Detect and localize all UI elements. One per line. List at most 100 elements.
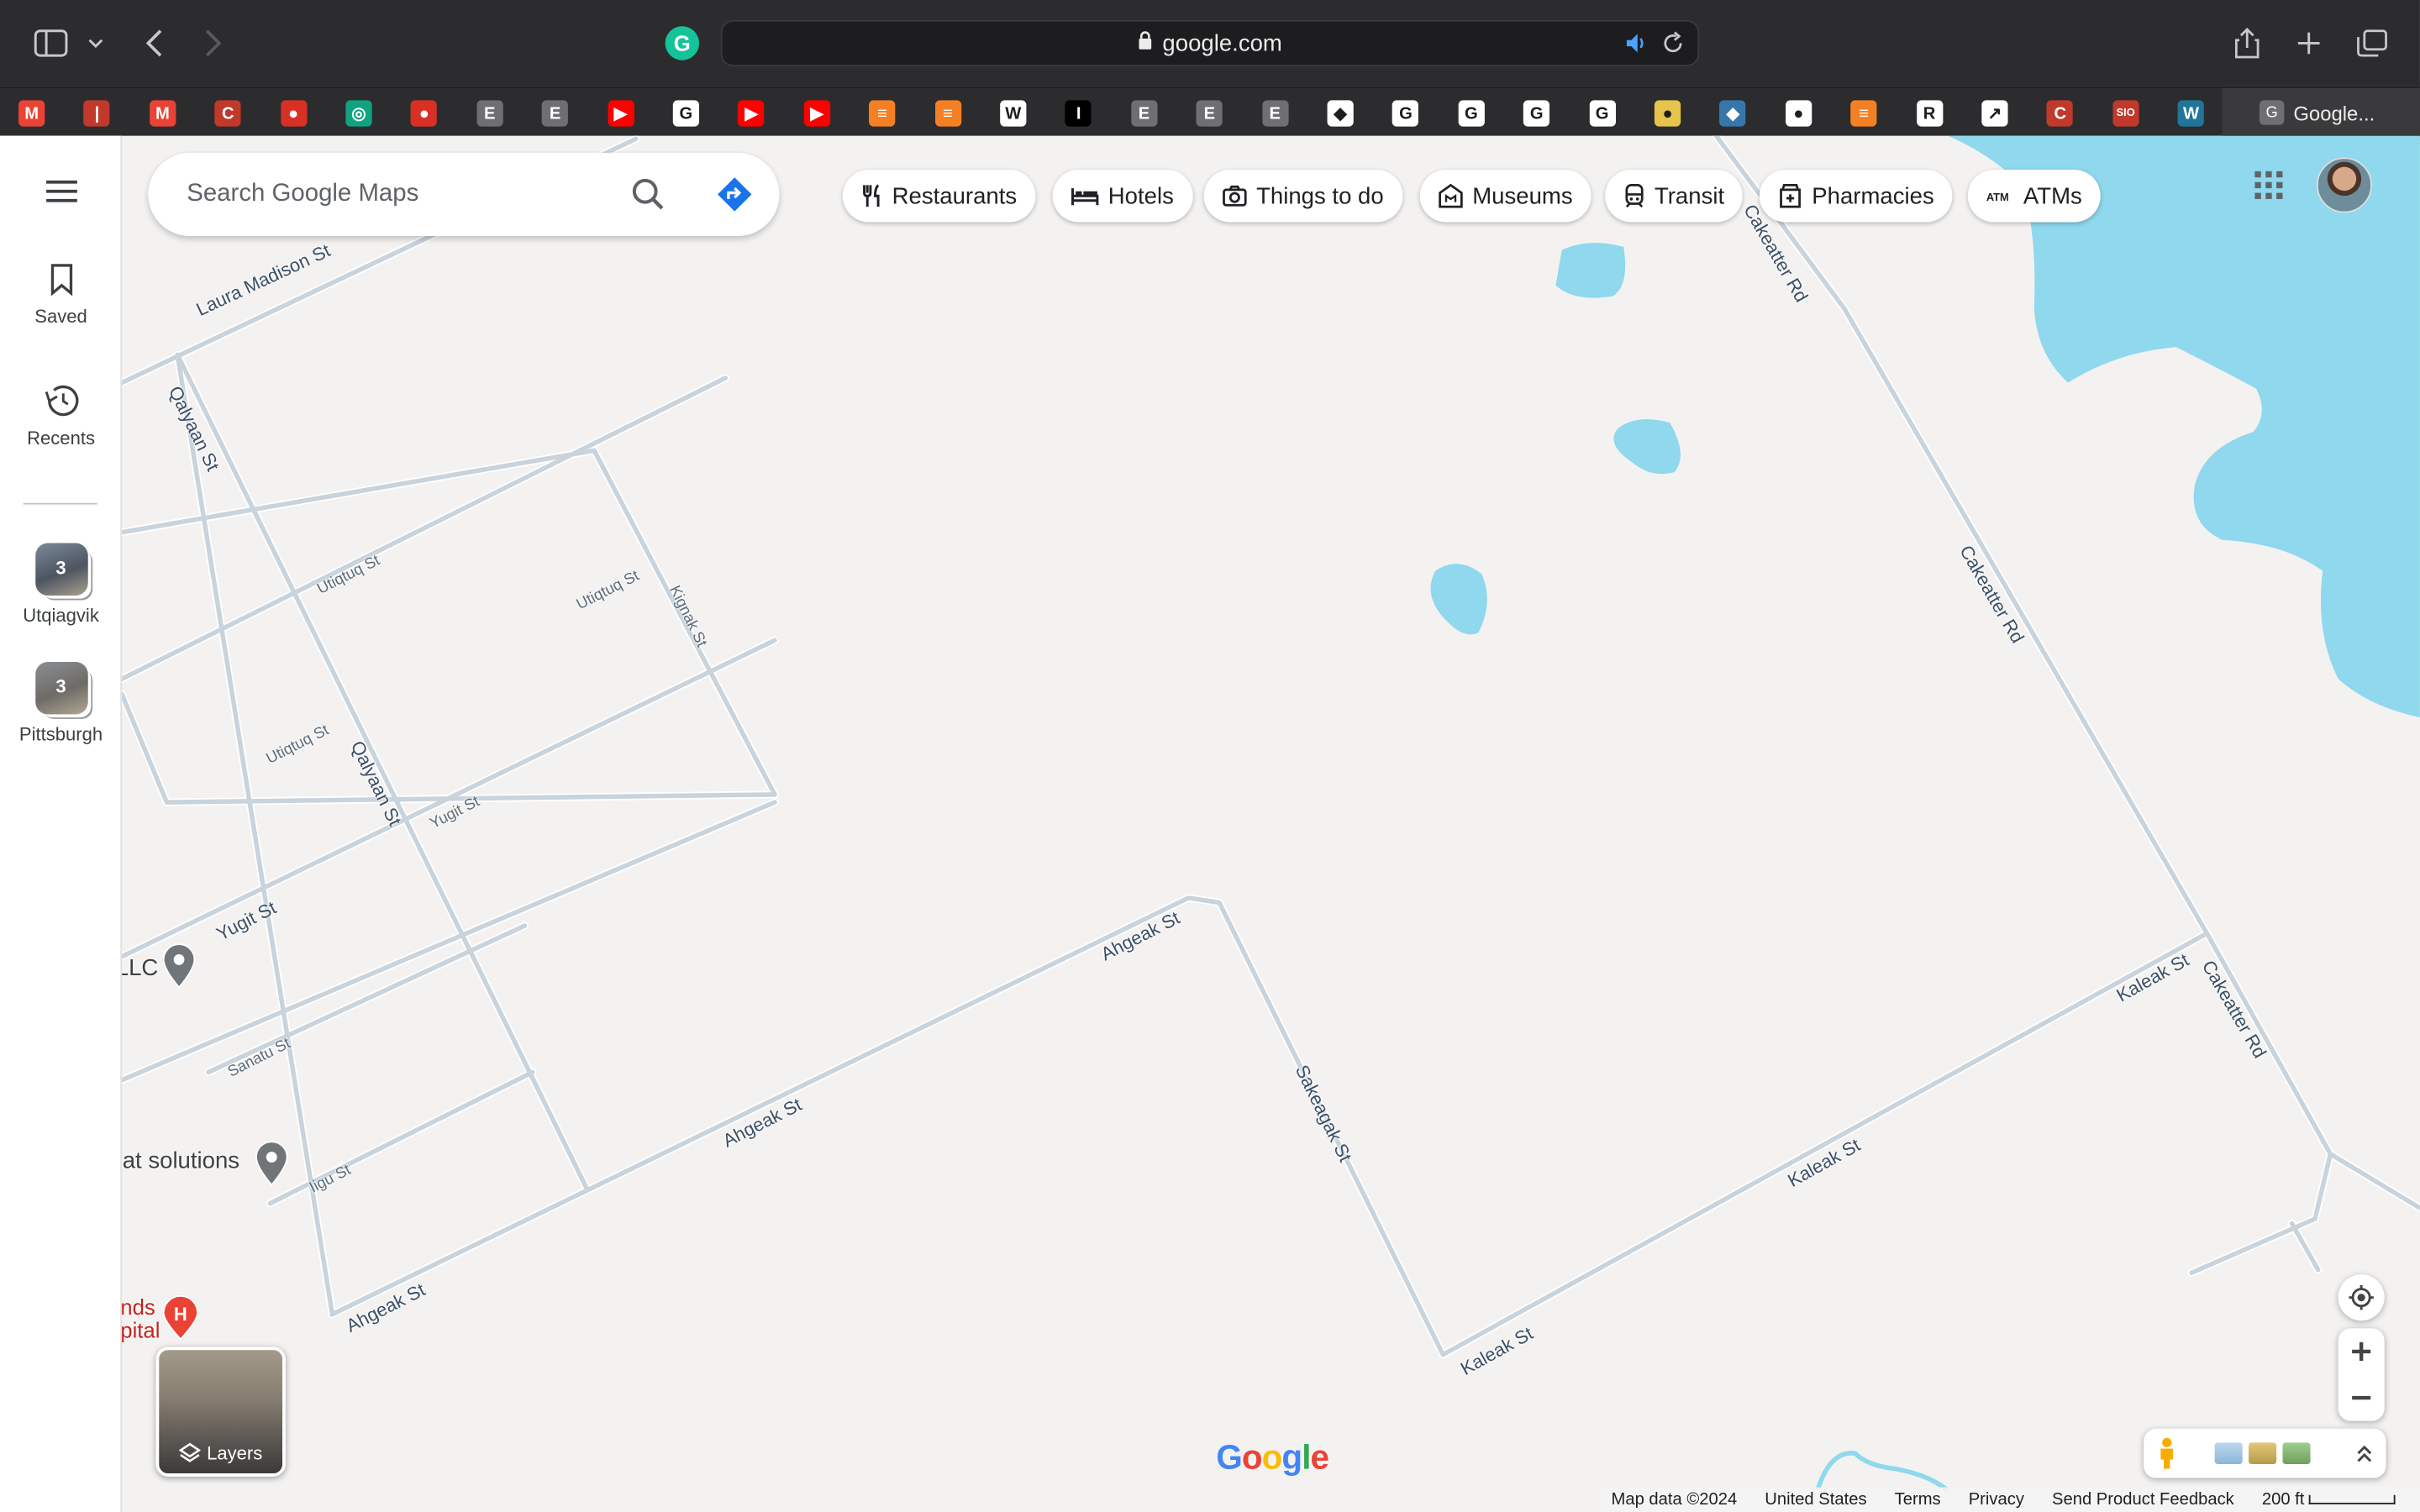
chip-atms[interactable]: ATM ATMs [1967, 170, 2101, 223]
google-apps-icon[interactable] [2249, 165, 2289, 206]
gmail-icon[interactable]: M [149, 100, 176, 127]
recent-place-pittsburgh[interactable]: 3 Pittsburgh [0, 661, 122, 745]
minus-icon [2352, 1395, 2371, 1400]
youtube-icon[interactable]: ▶ [738, 100, 765, 127]
wikipedia-icon[interactable]: W [1000, 100, 1027, 127]
search-icon[interactable] [629, 175, 669, 215]
imagery-strip[interactable] [2144, 1428, 2386, 1478]
poi-pin-iat[interactable] [255, 1141, 288, 1187]
openai-icon[interactable]: ◎ [345, 100, 372, 127]
search-input[interactable] [187, 176, 604, 213]
grammarly-icon[interactable]: G [665, 26, 700, 60]
e-icon[interactable]: E [476, 100, 503, 127]
museum-icon [1439, 183, 1463, 208]
poi-label-iat[interactable]: iat solutions [118, 1148, 240, 1174]
country-link[interactable]: United States [1765, 1490, 1866, 1509]
python-icon[interactable]: ◆ [1719, 100, 1747, 127]
sidebar-toggle-icon[interactable] [29, 22, 72, 65]
address-bar[interactable]: google.com [720, 19, 1700, 66]
e-icon[interactable]: E [542, 100, 569, 127]
gmail-icon[interactable]: M [18, 100, 45, 127]
yellow-circle-icon[interactable]: ● [1654, 100, 1681, 127]
github-icon[interactable]: ● [1785, 100, 1812, 127]
chip-transit[interactable]: Transit [1605, 170, 1744, 223]
hamburger-icon [45, 180, 76, 202]
r-icon[interactable]: R [1916, 100, 1943, 127]
google-icon[interactable]: G [672, 100, 700, 127]
recents-button[interactable]: Recents [0, 384, 122, 449]
account-avatar[interactable] [2316, 157, 2373, 213]
stackoverflow-icon[interactable]: ≡ [869, 100, 896, 127]
google-icon[interactable]: G [1523, 100, 1550, 127]
saved-button[interactable]: Saved [0, 262, 122, 327]
reload-icon[interactable] [1660, 31, 1685, 62]
terms-link[interactable]: Terms [1895, 1490, 1941, 1509]
stackoverflow-icon[interactable]: ≡ [934, 100, 961, 127]
tab-google[interactable]: G Google... [2222, 87, 2420, 138]
sio-icon[interactable]: SIO [2112, 100, 2139, 127]
youtube-icon[interactable]: ▶ [607, 100, 634, 127]
imagery-thumb-2[interactable] [2249, 1442, 2277, 1465]
google-icon[interactable]: G [1458, 100, 1485, 127]
recent-place-utqiagvik[interactable]: 3 Utqiagvik [0, 543, 122, 627]
diamond-icon[interactable]: ◆ [1327, 100, 1354, 127]
chip-pharmacies[interactable]: Pharmacies [1759, 170, 1953, 223]
share-icon[interactable] [2226, 22, 2269, 65]
back-icon[interactable] [133, 22, 176, 65]
map-canvas[interactable]: H Laura Madison St Qalyaan St Qalyaan St… [116, 135, 2420, 1512]
forward-icon[interactable] [192, 22, 234, 65]
bookmark-icon [50, 264, 72, 297]
rail-divider [23, 502, 97, 505]
scale-bar[interactable]: 200 ft [2262, 1490, 2396, 1509]
privacy-link[interactable]: Privacy [1969, 1490, 2024, 1509]
tab-overview-icon[interactable] [2350, 22, 2393, 65]
youtube-icon[interactable]: ▶ [803, 100, 830, 127]
red-circle-icon[interactable]: ● [411, 100, 438, 127]
zoom-out-button[interactable] [2338, 1374, 2385, 1420]
poi-label-hospital-2[interactable]: pital [120, 1318, 160, 1342]
hospital-pin[interactable]: H [162, 1294, 199, 1341]
chip-museums[interactable]: Museums [1419, 170, 1591, 223]
i-icon[interactable]: I [1065, 100, 1092, 127]
e-icon[interactable]: E [1261, 100, 1288, 127]
menu-button[interactable] [0, 179, 122, 213]
red-circle-icon[interactable]: ● [280, 100, 307, 127]
recents-label: Recents [27, 427, 95, 449]
imagery-thumb-3[interactable] [2282, 1442, 2311, 1465]
chip-restaurants[interactable]: Restaurants [842, 170, 1036, 223]
camera-icon [1223, 185, 1247, 207]
c-icon[interactable]: C [214, 100, 241, 127]
zoom-in-button[interactable] [2338, 1328, 2385, 1374]
imagery-thumb-1[interactable] [2214, 1442, 2243, 1465]
chevron-down-icon[interactable] [77, 22, 114, 65]
directions-icon[interactable] [714, 175, 755, 215]
chart-icon[interactable]: ↗ [1981, 100, 2008, 127]
chip-hotels[interactable]: Hotels [1052, 170, 1192, 223]
bookmark-icon[interactable]: | [83, 100, 111, 127]
wordpress-icon[interactable]: W [2177, 100, 2205, 127]
e-icon[interactable]: E [1196, 100, 1223, 127]
pegman-icon[interactable] [2156, 1436, 2178, 1470]
e-icon[interactable]: E [1130, 100, 1158, 127]
poi-label-llc[interactable]: LLC [116, 955, 159, 981]
chip-things-to-do[interactable]: Things to do [1203, 170, 1402, 223]
browser-toolbar: G google.com [0, 0, 2420, 87]
google-icon[interactable]: G [1589, 100, 1616, 127]
scale-label: 200 ft [2261, 1490, 2305, 1509]
url-text: google.com [1162, 29, 1282, 57]
map-graphics: H [122, 135, 2420, 1493]
speaker-icon[interactable] [1623, 31, 1648, 62]
google-icon[interactable]: G [1392, 100, 1419, 127]
stackoverflow-icon[interactable]: ≡ [1850, 100, 1877, 127]
new-tab-icon[interactable] [2287, 22, 2330, 65]
layers-button[interactable]: Layers [155, 1347, 286, 1477]
photo-count: 3 [55, 675, 66, 698]
favorites-bar: M | M C ● ◎ ● E E ▶ G ▶ ▶ ≡ ≡ W I E E E ◆ G G G G ● ◆ ● ≡ R ↗ C SIO W G G… [0, 86, 2420, 138]
left-rail: Saved Recents 3 Utqiagvik 3 Pittsburgh [0, 135, 123, 1512]
c-icon[interactable]: C [2047, 100, 2074, 127]
poi-pin-llc[interactable] [162, 943, 196, 989]
my-location-button[interactable] [2338, 1274, 2385, 1321]
feedback-link[interactable]: Send Product Feedback [2052, 1490, 2234, 1509]
expand-up-icon[interactable] [2355, 1444, 2374, 1462]
poi-label-hospital[interactable]: nds [120, 1294, 155, 1319]
